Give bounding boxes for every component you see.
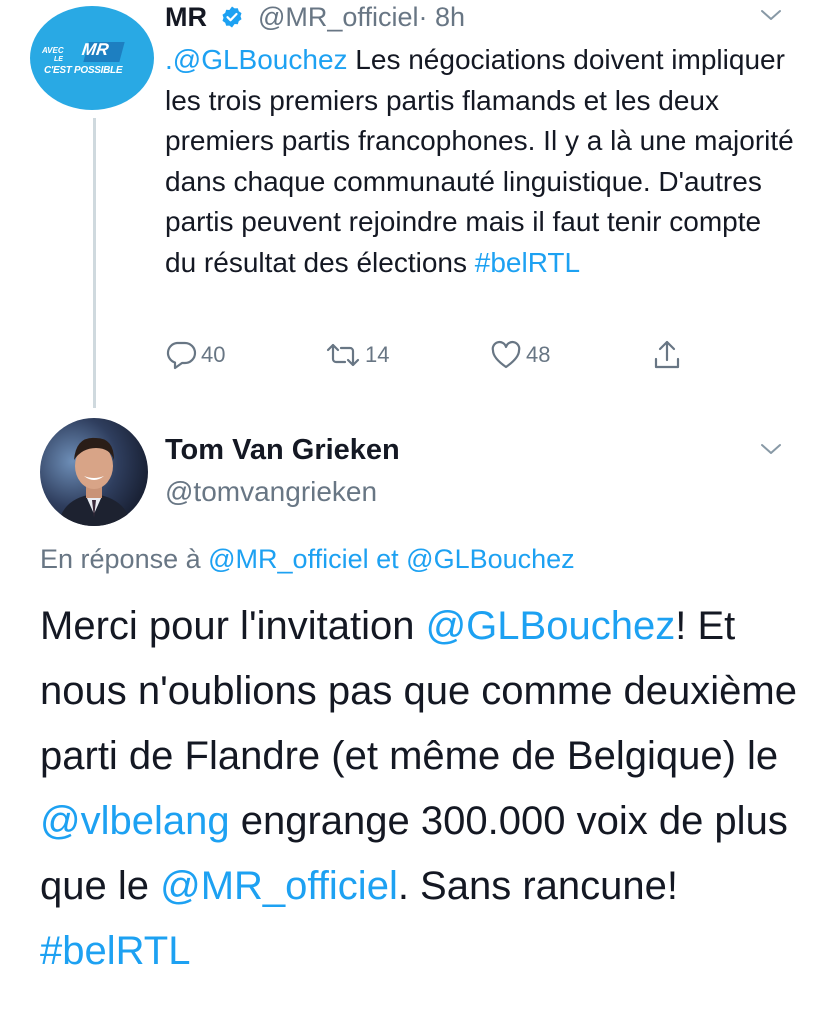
- tweet-text-segment: Les négociations doivent impliquer les t…: [165, 44, 794, 278]
- reply-prefix: En réponse à: [40, 544, 201, 574]
- tweet2-handle[interactable]: @tomvangrieken: [165, 474, 377, 510]
- mention-link[interactable]: .@GLBouchez: [165, 44, 348, 75]
- reply-and: et: [376, 544, 399, 574]
- share-icon: [654, 340, 680, 369]
- avatar-text-line3: C'EST POSSIBLE: [44, 65, 123, 76]
- retweet-icon: [326, 343, 360, 367]
- profile-photo: [40, 418, 148, 526]
- reply-button[interactable]: 40: [165, 338, 225, 372]
- like-count: 48: [526, 342, 551, 367]
- tweet1-text: .@GLBouchez Les négociations doivent imp…: [165, 40, 795, 283]
- tweet1-handle[interactable]: @MR_officiel: [258, 2, 418, 32]
- thread-connector-line: [93, 118, 96, 408]
- mention-link[interactable]: @vlbelang: [40, 799, 230, 843]
- hashtag-link[interactable]: #belRTL: [475, 247, 580, 278]
- chevron-down-icon[interactable]: [758, 6, 784, 24]
- reply-mention-mr[interactable]: @MR_officiel: [208, 544, 368, 574]
- avatar-text-line1: AVEC: [42, 46, 64, 55]
- chevron-down-icon[interactable]: [758, 440, 784, 458]
- mention-link[interactable]: @MR_officiel: [160, 864, 398, 908]
- verified-badge-icon: [222, 6, 242, 28]
- reply-count: 40: [201, 342, 226, 367]
- tom-van-grieken-avatar[interactable]: [40, 418, 148, 526]
- retweet-count: 14: [365, 342, 390, 367]
- tweet1-author-name[interactable]: MR: [165, 0, 207, 34]
- tweet-text-segment: . Sans rancune!: [397, 864, 679, 908]
- reply-icon: [166, 341, 197, 370]
- tweet1-time: · 8h: [418, 2, 465, 32]
- reply-context: En réponse à @MR_officiel et @GLBouchez: [40, 541, 575, 577]
- avatar-text-line2: LE: [54, 56, 63, 63]
- tweet2-author-name[interactable]: Tom Van Grieken: [165, 432, 400, 468]
- tweet1-handle-time[interactable]: @MR_officiel· 8h: [258, 0, 465, 34]
- mention-link[interactable]: @GLBouchez: [426, 604, 676, 648]
- like-icon: [491, 340, 521, 369]
- mr-avatar[interactable]: MR AVEC LE C'EST POSSIBLE: [30, 6, 154, 110]
- reply-mention-glbouchez[interactable]: @GLBouchez: [406, 544, 575, 574]
- avatar-logo-text: MR: [80, 40, 110, 59]
- tweet-text-segment: Merci pour l'invitation: [40, 604, 426, 648]
- hashtag-link[interactable]: #belRTL: [40, 929, 190, 973]
- tweet2-text: Merci pour l'invitation @GLBouchez! Et n…: [40, 594, 800, 984]
- share-button[interactable]: [652, 338, 686, 372]
- like-button[interactable]: 48: [490, 338, 550, 372]
- retweet-button[interactable]: 14: [325, 338, 389, 372]
